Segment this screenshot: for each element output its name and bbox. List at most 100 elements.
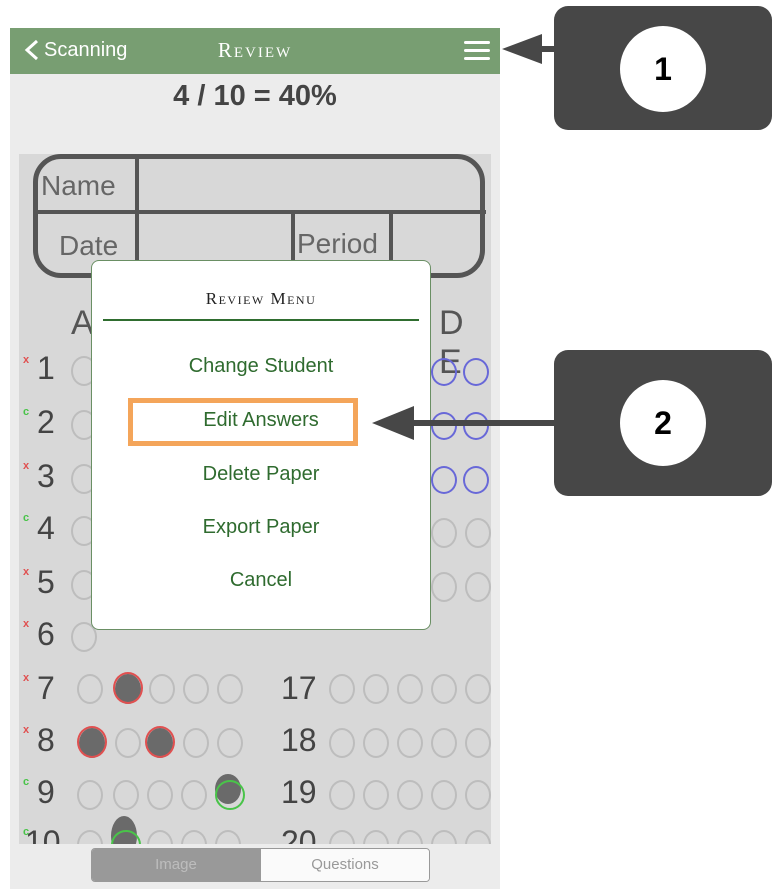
answer-bubble — [147, 780, 173, 810]
answer-bubble — [465, 674, 491, 704]
row-number: 1 — [37, 350, 55, 386]
key-answer-ring — [431, 466, 457, 494]
answer-bubble — [217, 674, 243, 704]
phone-screen: Scanning Review 4 / 10 = 40% Name Date P… — [10, 28, 500, 889]
answer-bubble — [465, 728, 491, 758]
correct-mark: c — [23, 826, 30, 838]
answer-bubble — [363, 728, 389, 758]
answer-bubble — [431, 830, 457, 844]
wrong-mark: x — [23, 566, 30, 578]
answer-bubble — [113, 780, 139, 810]
segment-questions[interactable]: Questions — [260, 849, 429, 881]
answer-bubble — [431, 572, 457, 602]
answer-bubble — [397, 674, 423, 704]
answer-bubble — [363, 780, 389, 810]
name-divider — [38, 210, 486, 214]
key-answer-ring — [463, 358, 489, 386]
answer-bubble — [183, 674, 209, 704]
row-number: 3 — [37, 458, 55, 494]
key-answer-ring — [463, 466, 489, 494]
delete-paper-button[interactable]: Delete Paper — [92, 463, 430, 486]
name-label-divider — [135, 159, 139, 269]
wrong-answer-ring — [145, 726, 175, 758]
row-number: 10 — [25, 824, 61, 844]
page-title: Review — [217, 38, 293, 62]
arrow-head-left-icon — [502, 34, 542, 64]
answer-bubble — [147, 830, 173, 844]
answer-bubble — [329, 728, 355, 758]
row-number: 6 — [37, 616, 55, 652]
row-number: 19 — [281, 774, 317, 810]
answer-bubble — [431, 780, 457, 810]
segment-image[interactable]: Image — [92, 849, 260, 881]
answer-bubble — [181, 780, 207, 810]
arrow-shaft-2 — [410, 420, 556, 426]
answer-bubble — [363, 830, 389, 844]
callout-1: 1 — [554, 6, 772, 130]
answer-bubble — [363, 674, 389, 704]
answer-bubble — [397, 830, 423, 844]
answer-bubble — [217, 728, 243, 758]
answer-bubble — [431, 674, 457, 704]
answer-bubble — [77, 780, 103, 810]
wrong-mark: x — [23, 618, 30, 630]
answer-bubble — [149, 674, 175, 704]
wrong-answer-ring — [113, 672, 143, 704]
row-number: 9 — [37, 774, 55, 810]
answer-bubble — [465, 572, 491, 602]
answer-bubble — [397, 780, 423, 810]
answer-bubble — [329, 674, 355, 704]
answer-bubble — [181, 830, 207, 844]
nav-bar: Scanning Review — [10, 28, 500, 74]
divider — [103, 319, 419, 321]
score-text: 4 / 10 = 40% — [173, 80, 337, 112]
key-answer-ring — [431, 358, 457, 386]
callout-2: 2 — [554, 350, 772, 496]
correct-mark: c — [23, 512, 30, 524]
date-label: Date — [59, 230, 119, 261]
answer-bubble — [465, 518, 491, 548]
answer-bubble — [431, 728, 457, 758]
wrong-answer-ring — [77, 726, 107, 758]
callout-number-2: 2 — [620, 380, 706, 466]
wrong-mark: x — [23, 724, 30, 736]
answer-bubble — [329, 780, 355, 810]
key-answer-ring — [431, 412, 457, 440]
answer-bubble — [77, 830, 103, 844]
edit-answers-highlight — [128, 398, 358, 446]
correct-mark: c — [23, 776, 30, 788]
review-menu-title: Review Menu — [205, 289, 317, 308]
wrong-mark: x — [23, 460, 30, 472]
answer-bubble — [115, 728, 141, 758]
wrong-mark: x — [23, 354, 30, 366]
row-number: 4 — [37, 510, 55, 546]
cancel-button[interactable]: Cancel — [92, 569, 430, 592]
row-number: 17 — [281, 670, 317, 706]
hamburger-icon[interactable] — [464, 38, 490, 60]
change-student-button[interactable]: Change Student — [92, 355, 430, 378]
row-number: 7 — [37, 670, 55, 706]
key-answer-ring — [463, 412, 489, 440]
row-number: 5 — [37, 564, 55, 600]
answer-bubble — [465, 830, 491, 844]
answer-bubble — [397, 728, 423, 758]
callout-number-1: 1 — [620, 26, 706, 112]
correct-answer-ring — [215, 780, 245, 810]
answer-bubble — [329, 830, 355, 844]
row-number: 2 — [37, 404, 55, 440]
arrow-head-left-icon — [372, 406, 414, 440]
answer-bubble — [431, 518, 457, 548]
row-number: 8 — [37, 722, 55, 758]
answer-bubble — [215, 830, 241, 844]
period-label: Period — [297, 228, 378, 259]
view-segmented-control: Image Questions — [91, 848, 430, 882]
wrong-mark: x — [23, 672, 30, 684]
answer-bubble — [465, 780, 491, 810]
name-label: Name — [41, 170, 116, 201]
correct-mark: c — [23, 406, 30, 418]
export-paper-button[interactable]: Export Paper — [92, 516, 430, 539]
answer-bubble — [77, 674, 103, 704]
answer-bubble — [183, 728, 209, 758]
row-number: 20 — [281, 824, 317, 844]
row-number: 18 — [281, 722, 317, 758]
